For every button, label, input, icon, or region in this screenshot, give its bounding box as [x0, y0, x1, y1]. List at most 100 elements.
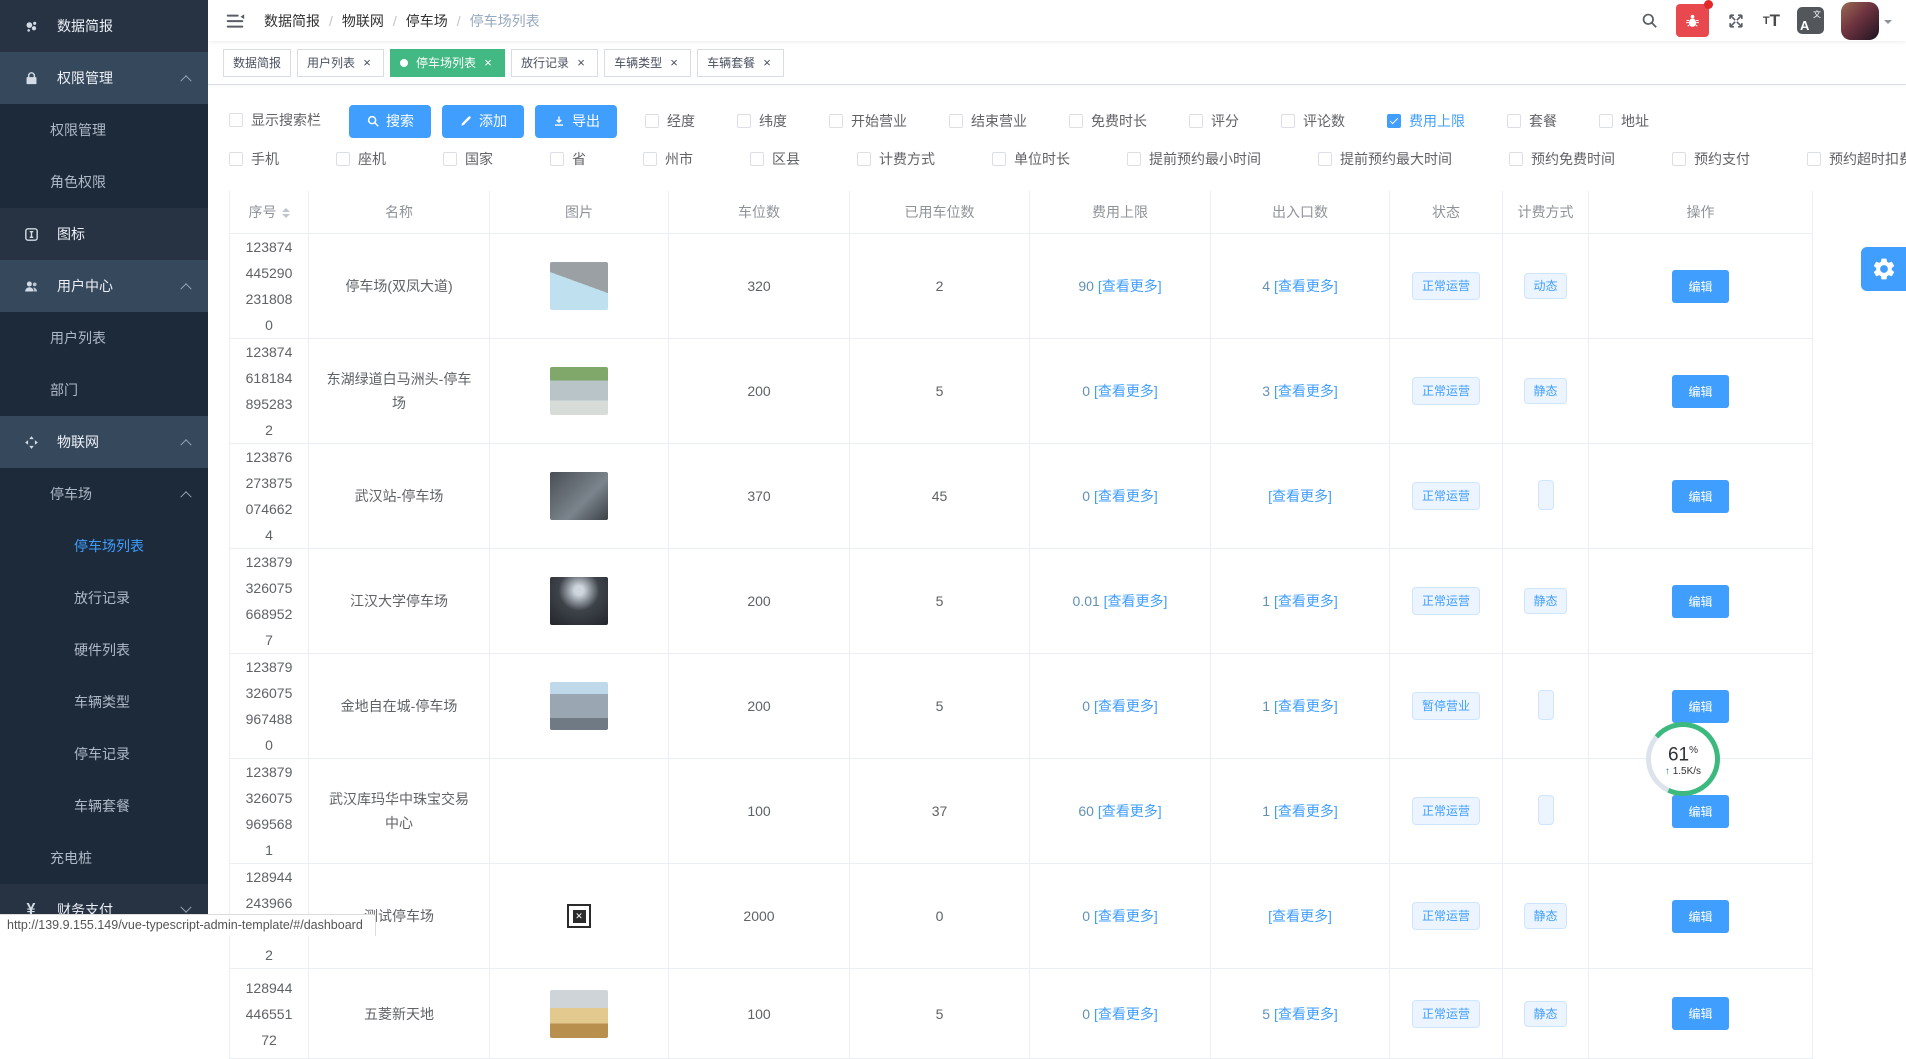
- column-toggle-checkbox[interactable]: 提前预约最小时间: [1127, 149, 1261, 169]
- sidebar-item-1[interactable]: 权限管理: [0, 52, 208, 104]
- breadcrumb-item-2[interactable]: 停车场: [406, 11, 448, 31]
- sidebar-item-9[interactable]: 停车场: [0, 468, 208, 520]
- checkbox-box[interactable]: [1127, 152, 1141, 166]
- network-speed-widget[interactable]: 61% ↑ 1.5K/s: [1646, 722, 1720, 796]
- column-toggle-checkbox[interactable]: 预约超时扣费: [1807, 149, 1906, 169]
- edit-button[interactable]: 编辑: [1672, 900, 1728, 933]
- tab-close-icon[interactable]: ×: [360, 56, 374, 70]
- parking-photo[interactable]: [550, 990, 608, 1038]
- edit-button[interactable]: 编辑: [1672, 690, 1728, 723]
- fee-view-more-link[interactable]: [查看更多]: [1094, 908, 1158, 924]
- parking-photo[interactable]: [550, 577, 608, 625]
- tab-1[interactable]: 用户列表 ×: [297, 49, 384, 77]
- checkbox-box[interactable]: [750, 152, 764, 166]
- sidebar-item-13[interactable]: 车辆类型: [0, 676, 208, 728]
- export-button[interactable]: 导出: [535, 105, 617, 138]
- checkbox-box[interactable]: [1507, 114, 1521, 128]
- error-log-button[interactable]: [1676, 4, 1709, 37]
- font-size-icon[interactable]: TT: [1763, 11, 1780, 31]
- parking-photo[interactable]: [550, 262, 608, 310]
- sidebar-item-12[interactable]: 硬件列表: [0, 624, 208, 676]
- checkbox-box[interactable]: [643, 152, 657, 166]
- sidebar-item-15[interactable]: 车辆套餐: [0, 780, 208, 832]
- sidebar-item-6[interactable]: 用户列表: [0, 312, 208, 364]
- sidebar-item-8[interactable]: 物联网: [0, 416, 208, 468]
- gates-view-more-link[interactable]: [查看更多]: [1274, 698, 1338, 714]
- column-toggle-checkbox[interactable]: 区县: [750, 149, 800, 169]
- checkbox-box[interactable]: [1672, 152, 1686, 166]
- parking-photo[interactable]: [550, 682, 608, 730]
- column-toggle-checkbox[interactable]: 计费方式: [857, 149, 935, 169]
- search-icon[interactable]: [1640, 11, 1659, 30]
- edit-button[interactable]: 编辑: [1672, 997, 1728, 1030]
- gates-view-more-link[interactable]: [查看更多]: [1268, 488, 1332, 504]
- fee-view-more-link[interactable]: [查看更多]: [1094, 1006, 1158, 1022]
- checkbox-box[interactable]: [229, 152, 243, 166]
- fullscreen-icon[interactable]: [1726, 11, 1746, 31]
- column-toggle-checkbox[interactable]: 州市: [643, 149, 693, 169]
- checkbox-box[interactable]: [857, 152, 871, 166]
- breadcrumb-item-0[interactable]: 数据简报: [264, 11, 320, 31]
- checkbox-box[interactable]: [829, 114, 843, 128]
- tab-0[interactable]: 数据简报: [223, 49, 291, 77]
- checkbox-box[interactable]: [737, 114, 751, 128]
- checkbox-box[interactable]: [949, 114, 963, 128]
- edit-button[interactable]: 编辑: [1672, 795, 1728, 828]
- tab-2[interactable]: 停车场列表 ×: [390, 49, 505, 77]
- column-toggle-checkbox[interactable]: 预约免费时间: [1509, 149, 1615, 169]
- checkbox-box[interactable]: [550, 152, 564, 166]
- checkbox-box[interactable]: [1318, 152, 1332, 166]
- edit-button[interactable]: 编辑: [1672, 480, 1728, 513]
- fee-view-more-link[interactable]: [查看更多]: [1098, 278, 1162, 294]
- sidebar-item-16[interactable]: 充电桩: [0, 832, 208, 884]
- checkbox-box[interactable]: [992, 152, 1006, 166]
- column-toggle-checkbox[interactable]: 免费时长: [1069, 111, 1147, 131]
- checkbox-box[interactable]: [336, 152, 350, 166]
- checkbox-box[interactable]: [645, 114, 659, 128]
- column-toggle-checkbox[interactable]: 手机: [229, 149, 279, 169]
- tab-close-icon[interactable]: ×: [481, 56, 495, 70]
- tab-close-icon[interactable]: ×: [760, 56, 774, 70]
- checkbox-box[interactable]: [1387, 114, 1401, 128]
- user-menu[interactable]: [1841, 2, 1892, 40]
- column-toggle-checkbox[interactable]: 评分: [1189, 111, 1239, 131]
- column-toggle-checkbox[interactable]: 套餐: [1507, 111, 1557, 131]
- column-toggle-checkbox[interactable]: 评论数: [1281, 111, 1345, 131]
- sidebar-item-2[interactable]: 权限管理: [0, 104, 208, 156]
- tab-5[interactable]: 车辆套餐 ×: [697, 49, 784, 77]
- parking-photo[interactable]: [550, 367, 608, 415]
- parking-photo[interactable]: [550, 472, 608, 520]
- tab-close-icon[interactable]: ×: [574, 56, 588, 70]
- checkbox-box[interactable]: [1599, 114, 1613, 128]
- checkbox-box[interactable]: [1189, 114, 1203, 128]
- avatar[interactable]: [1841, 2, 1879, 40]
- sidebar-item-7[interactable]: 部门: [0, 364, 208, 416]
- column-toggle-checkbox[interactable]: 结束营业: [949, 111, 1027, 131]
- checkbox-box[interactable]: [1509, 152, 1523, 166]
- column-toggle-checkbox[interactable]: 地址: [1599, 111, 1649, 131]
- settings-panel-button[interactable]: [1861, 247, 1906, 291]
- column-toggle-checkbox[interactable]: 提前预约最大时间: [1318, 149, 1452, 169]
- checkbox-box[interactable]: [1069, 114, 1083, 128]
- add-button[interactable]: 添加: [442, 105, 524, 138]
- sidebar-item-0[interactable]: 数据简报: [0, 0, 208, 52]
- column-toggle-checkbox[interactable]: 座机: [336, 149, 386, 169]
- tab-close-icon[interactable]: ×: [667, 56, 681, 70]
- edit-button[interactable]: 编辑: [1672, 585, 1728, 618]
- column-toggle-checkbox[interactable]: 省: [550, 149, 586, 169]
- fee-view-more-link[interactable]: [查看更多]: [1094, 383, 1158, 399]
- fee-view-more-link[interactable]: [查看更多]: [1104, 593, 1168, 609]
- checkbox-box[interactable]: [1807, 152, 1821, 166]
- edit-button[interactable]: 编辑: [1672, 270, 1728, 303]
- column-toggle-checkbox[interactable]: 开始营业: [829, 111, 907, 131]
- search-button[interactable]: 搜索: [349, 105, 431, 138]
- edit-button[interactable]: 编辑: [1672, 375, 1728, 408]
- sidebar-item-10[interactable]: 停车场列表: [0, 520, 208, 572]
- column-toggle-checkbox[interactable]: 经度: [645, 111, 695, 131]
- column-toggle-checkbox[interactable]: 国家: [443, 149, 493, 169]
- sidebar-item-14[interactable]: 停车记录: [0, 728, 208, 780]
- checkbox-box[interactable]: [443, 152, 457, 166]
- gates-view-more-link[interactable]: [查看更多]: [1268, 908, 1332, 924]
- tab-4[interactable]: 车辆类型 ×: [604, 49, 691, 77]
- gates-view-more-link[interactable]: [查看更多]: [1274, 593, 1338, 609]
